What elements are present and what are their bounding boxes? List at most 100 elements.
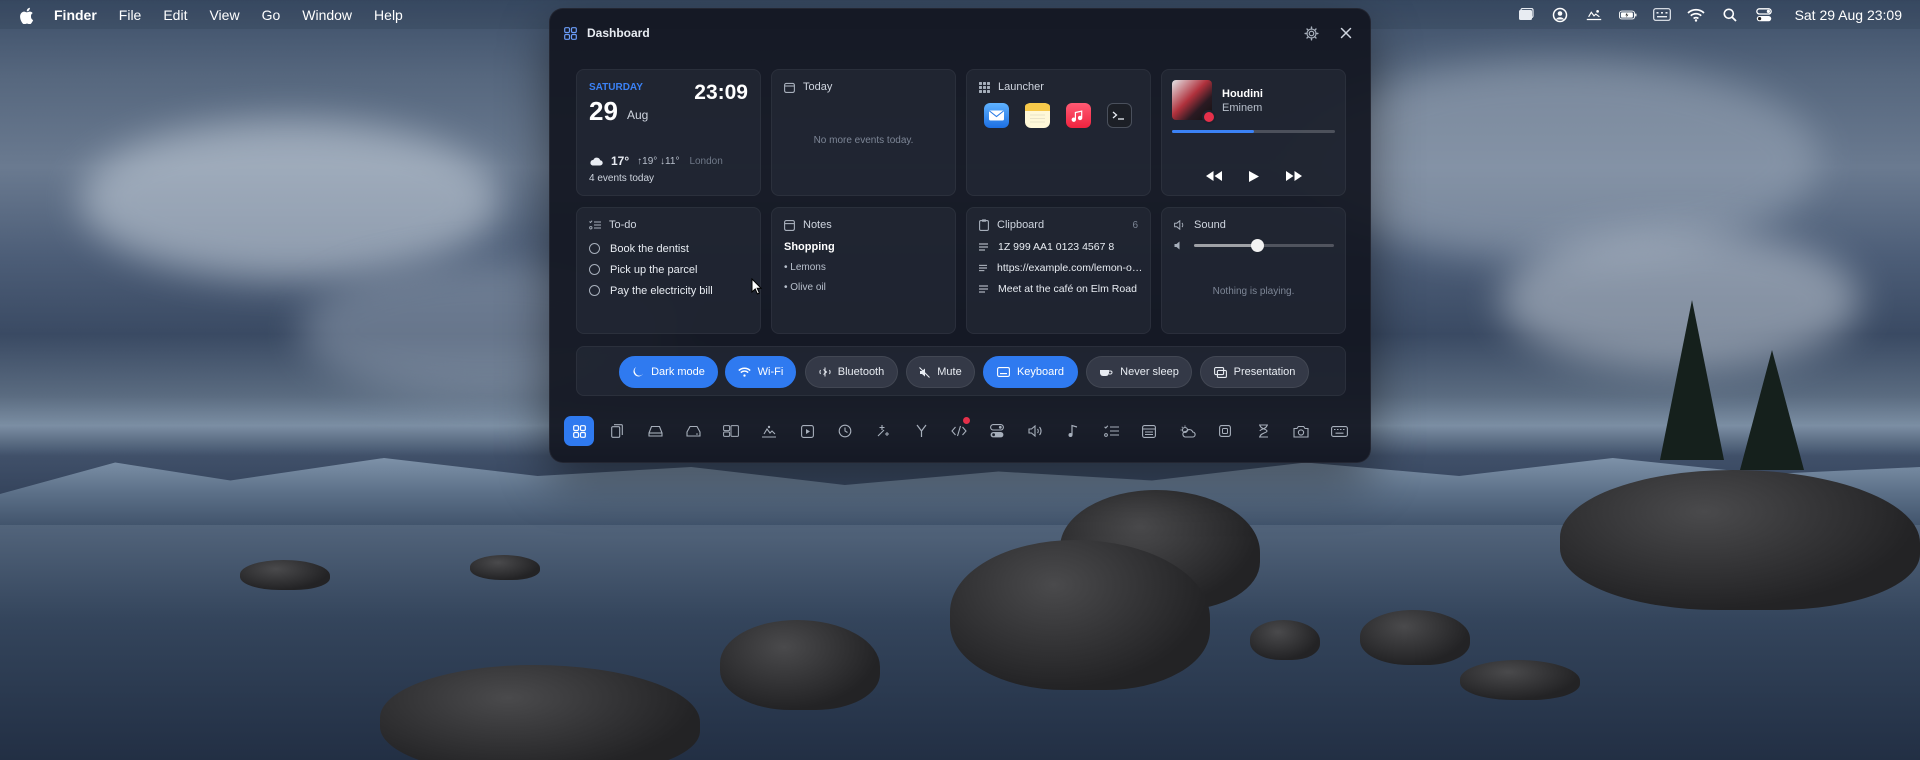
time-label: 23:09 — [694, 81, 748, 104]
clipboard-item[interactable]: Meet at the café on Elm Road — [979, 283, 1144, 295]
clipboard-count: 6 — [1132, 220, 1138, 231]
bluetooth-toggle[interactable]: Bluetooth — [805, 356, 898, 388]
checkbox-circle-icon[interactable] — [589, 285, 600, 296]
clipboard-item[interactable]: https://example.com/lemon-olive-oil — [979, 262, 1144, 274]
wifi-icon — [737, 367, 751, 377]
control-center-icon[interactable] — [1755, 7, 1773, 22]
close-button[interactable] — [1336, 23, 1356, 43]
todo-item[interactable]: Book the dentist — [589, 238, 713, 259]
todo-item[interactable]: Pay the electricity bill — [589, 280, 713, 301]
now-playing-widget[interactable]: Houdini Eminem — [1161, 69, 1346, 196]
speaker-icon — [1174, 220, 1184, 230]
cloud-icon — [590, 157, 603, 166]
notes-widget[interactable]: Notes Shopping • Lemons • Olive oil — [771, 207, 956, 334]
tab-disk[interactable] — [678, 416, 708, 446]
clipboard-icon — [979, 219, 989, 231]
volume-icon — [1027, 425, 1042, 437]
wifi-toggle[interactable]: Wi-Fi — [725, 356, 796, 388]
tab-camera[interactable] — [1286, 416, 1316, 446]
camera-icon — [1293, 425, 1309, 438]
note-icon — [784, 219, 795, 231]
text-lines-icon — [979, 264, 988, 272]
tab-checklist[interactable] — [1096, 416, 1126, 446]
user-circle-icon[interactable] — [1551, 7, 1569, 22]
menu-window[interactable]: Window — [302, 7, 352, 23]
today-widget[interactable]: Today No more events today. — [771, 69, 956, 196]
events-summary: 4 events today — [589, 173, 655, 184]
tab-branch[interactable] — [906, 416, 936, 446]
keyboard-icon[interactable] — [1652, 8, 1671, 22]
apple-icon[interactable] — [20, 7, 36, 24]
battery-icon[interactable] — [1618, 8, 1637, 22]
settings-button[interactable] — [1301, 23, 1321, 43]
weather-row: 17° ↑19° ↓11° London — [589, 154, 723, 168]
play-button[interactable] — [1245, 169, 1263, 183]
menu-file[interactable]: File — [119, 7, 142, 23]
tab-dashboard[interactable] — [564, 416, 594, 446]
notes-app-icon[interactable] — [1025, 103, 1050, 128]
tab-hourglass[interactable] — [1248, 416, 1278, 446]
notes-label: Notes — [803, 219, 832, 231]
fast-forward-button[interactable] — [1285, 169, 1303, 183]
presentation-toggle[interactable]: Presentation — [1200, 356, 1309, 388]
text-lines-icon — [979, 285, 988, 293]
clock-widget[interactable]: SATURDAY 29 Aug 23:09 17° ↑19° ↓11° Lond… — [576, 69, 761, 196]
clipboard-item[interactable]: 1Z 999 AA1 0123 4567 8 — [979, 241, 1144, 253]
tab-display[interactable] — [754, 416, 784, 446]
menu-help[interactable]: Help — [374, 7, 403, 23]
tab-toggles[interactable] — [982, 416, 1012, 446]
tab-calendar[interactable] — [1134, 416, 1164, 446]
menu-edit[interactable]: Edit — [163, 7, 187, 23]
clipboard-header: Clipboard — [979, 219, 1044, 231]
terminal-icon[interactable] — [1107, 103, 1132, 128]
volume-slider[interactable] — [1194, 239, 1334, 252]
toggle-label: Never sleep — [1120, 366, 1179, 378]
volume-slider-knob[interactable] — [1251, 239, 1264, 252]
tab-widgets[interactable] — [716, 416, 746, 446]
todo-item-label: Pay the electricity bill — [610, 284, 713, 297]
menu-clock[interactable]: Sat 29 Aug 23:09 — [1795, 7, 1902, 23]
dashboard-header: Dashboard — [564, 23, 1356, 43]
keyboard-toggle[interactable]: Keyboard — [983, 356, 1078, 388]
display-icon — [762, 425, 776, 438]
sound-label: Sound — [1194, 219, 1226, 231]
status-area: Sat 29 Aug 23:09 — [1517, 0, 1902, 29]
menu-app-name[interactable]: Finder — [54, 7, 97, 23]
magic-icon — [877, 425, 889, 437]
checkbox-circle-icon[interactable] — [589, 264, 600, 275]
music-app-icon[interactable] — [1066, 103, 1091, 128]
toggle-label: Bluetooth — [837, 366, 885, 378]
tab-chip[interactable] — [1210, 416, 1240, 446]
toggle-label: Presentation — [1233, 366, 1296, 378]
mail-icon[interactable] — [984, 103, 1009, 128]
calendar-icon — [784, 82, 795, 93]
tab-magic[interactable] — [868, 416, 898, 446]
checkbox-circle-icon[interactable] — [589, 243, 600, 254]
today-header: Today — [784, 81, 832, 93]
tab-keyboard[interactable] — [1324, 416, 1354, 446]
weather-icon[interactable] — [1585, 8, 1603, 22]
tab-drive[interactable] — [640, 416, 670, 446]
dark-mode-toggle[interactable]: Dark mode — [619, 356, 718, 388]
menu-view[interactable]: View — [209, 7, 239, 23]
folder-icon[interactable] — [1517, 8, 1535, 22]
tab-media[interactable] — [792, 416, 822, 446]
never-sleep-toggle[interactable]: Never sleep — [1086, 356, 1192, 388]
wifi-icon[interactable] — [1686, 8, 1705, 22]
rewind-button[interactable] — [1205, 169, 1223, 183]
tab-music[interactable] — [1058, 416, 1088, 446]
tab-volume[interactable] — [1020, 416, 1050, 446]
dashboard-window: Dashboard SATURDAY 29 Aug 23:09 17° ↑19°… — [549, 8, 1371, 463]
tab-timer[interactable] — [830, 416, 860, 446]
menu-go[interactable]: Go — [262, 7, 281, 23]
tab-clipboard[interactable] — [602, 416, 632, 446]
tab-code[interactable] — [944, 416, 974, 446]
toggle-label: Wi-Fi — [757, 366, 784, 378]
mute-toggle[interactable]: Mute — [906, 356, 975, 388]
playback-progress[interactable] — [1172, 130, 1335, 133]
checklist-icon — [589, 220, 601, 230]
todo-item[interactable]: Pick up the parcel — [589, 259, 713, 280]
tab-weather[interactable] — [1172, 416, 1202, 446]
branch-icon — [916, 424, 926, 437]
search-icon[interactable] — [1721, 8, 1739, 22]
